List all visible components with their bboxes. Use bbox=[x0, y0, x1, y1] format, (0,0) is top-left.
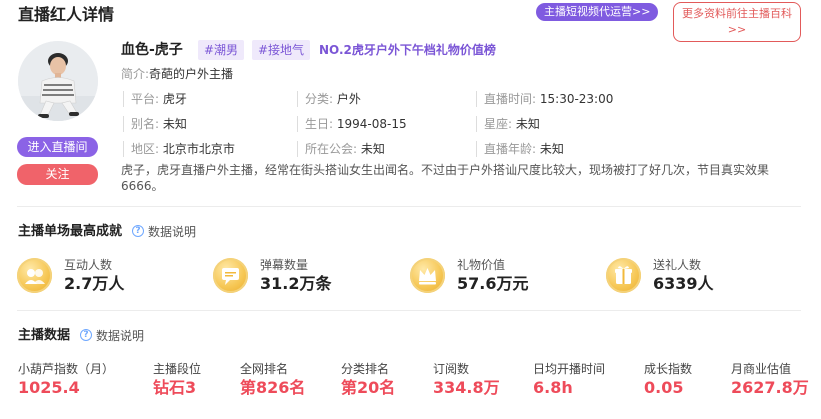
field-constellation: 星座: 未知 bbox=[476, 116, 540, 132]
follow-button[interactable]: 关注 bbox=[17, 164, 98, 185]
stat-label: 全网排名 bbox=[240, 362, 289, 376]
field-platform: 平台: 虎牙 bbox=[123, 91, 187, 107]
help-icon[interactable]: ? bbox=[80, 329, 92, 341]
help-icon[interactable]: ? bbox=[132, 225, 144, 237]
achievement-value: 2.7万人 bbox=[64, 274, 125, 293]
stat-value: 2627.8万 bbox=[731, 378, 809, 397]
achievement-value: 31.2万条 bbox=[260, 274, 332, 293]
more-info-button[interactable]: 更多资料前往主播百科>> bbox=[673, 2, 801, 42]
field-live-years: 直播年龄: 未知 bbox=[476, 141, 564, 157]
stats-title: 主播数据 bbox=[18, 328, 71, 343]
avatar bbox=[18, 41, 98, 121]
rank-link[interactable]: NO.2虎牙户外下午档礼物价值榜 bbox=[319, 41, 496, 59]
field-alias: 别名: 未知 bbox=[123, 116, 187, 132]
achievement-value: 6339人 bbox=[653, 274, 714, 293]
achievement-label: 礼物价值 bbox=[457, 258, 506, 272]
divider bbox=[17, 206, 801, 207]
stat-value: 钻石3 bbox=[153, 378, 197, 397]
achievements-title: 主播单场最高成就 bbox=[18, 224, 123, 239]
intro: 简介:奇葩的户外主播 bbox=[121, 66, 233, 82]
stat-label: 成长指数 bbox=[644, 362, 693, 376]
intro-label: 简介: bbox=[121, 67, 150, 81]
video-agency-button[interactable]: 主播短视频代运营>> bbox=[536, 3, 659, 21]
field-birthday: 生日: 1994-08-15 bbox=[297, 116, 407, 132]
enter-live-button[interactable]: 进入直播间 bbox=[17, 137, 98, 157]
stat-value: 1025.4 bbox=[18, 378, 80, 397]
field-live-time: 直播时间: 15:30-23:00 bbox=[476, 91, 613, 107]
stat-value: 第826名 bbox=[240, 378, 306, 397]
stat-label: 日均开播时间 bbox=[533, 362, 606, 376]
stat-label: 小葫芦指数（月） bbox=[18, 362, 115, 376]
stat-label: 订阅数 bbox=[433, 362, 470, 376]
gift-crown-icon bbox=[410, 258, 445, 293]
gift-giver-icon bbox=[606, 258, 641, 293]
field-region: 地区: 北京市北京市 bbox=[123, 141, 235, 157]
stat-value: 0.05 bbox=[644, 378, 684, 397]
page-title: 直播红人详情 bbox=[18, 5, 115, 24]
interaction-icon bbox=[17, 258, 52, 293]
divider bbox=[17, 310, 801, 311]
intro-value: 奇葩的户外主播 bbox=[149, 67, 234, 81]
achievements-help-link[interactable]: 数据说明 bbox=[148, 223, 196, 241]
achievement-label: 弹幕数量 bbox=[260, 258, 309, 272]
stats-help-link[interactable]: 数据说明 bbox=[96, 327, 144, 345]
stat-label: 分类排名 bbox=[341, 362, 390, 376]
stat-value: 第20名 bbox=[341, 378, 396, 397]
field-category: 分类: 户外 bbox=[297, 91, 361, 107]
achievement-label: 送礼人数 bbox=[653, 258, 702, 272]
field-guild: 所在公会: 未知 bbox=[297, 141, 385, 157]
achievement-value: 57.6万元 bbox=[457, 274, 529, 293]
achievement-label: 互动人数 bbox=[64, 258, 113, 272]
danmaku-icon bbox=[213, 258, 248, 293]
tag-down-to-earth[interactable]: #接地气 bbox=[252, 40, 311, 60]
description: 虎子，虎牙直播户外主播，经常在街头搭讪女生出闻名。不过由于户外搭讪尺度比较大，现… bbox=[121, 163, 770, 193]
tag-trendy[interactable]: #潮男 bbox=[198, 40, 245, 60]
stat-value: 6.8h bbox=[533, 378, 573, 397]
streamer-name: 血色-虎子 bbox=[121, 42, 183, 58]
stat-value: 334.8万 bbox=[433, 378, 500, 397]
stat-label: 主播段位 bbox=[153, 362, 202, 376]
stat-label: 月商业估值 bbox=[731, 362, 792, 376]
